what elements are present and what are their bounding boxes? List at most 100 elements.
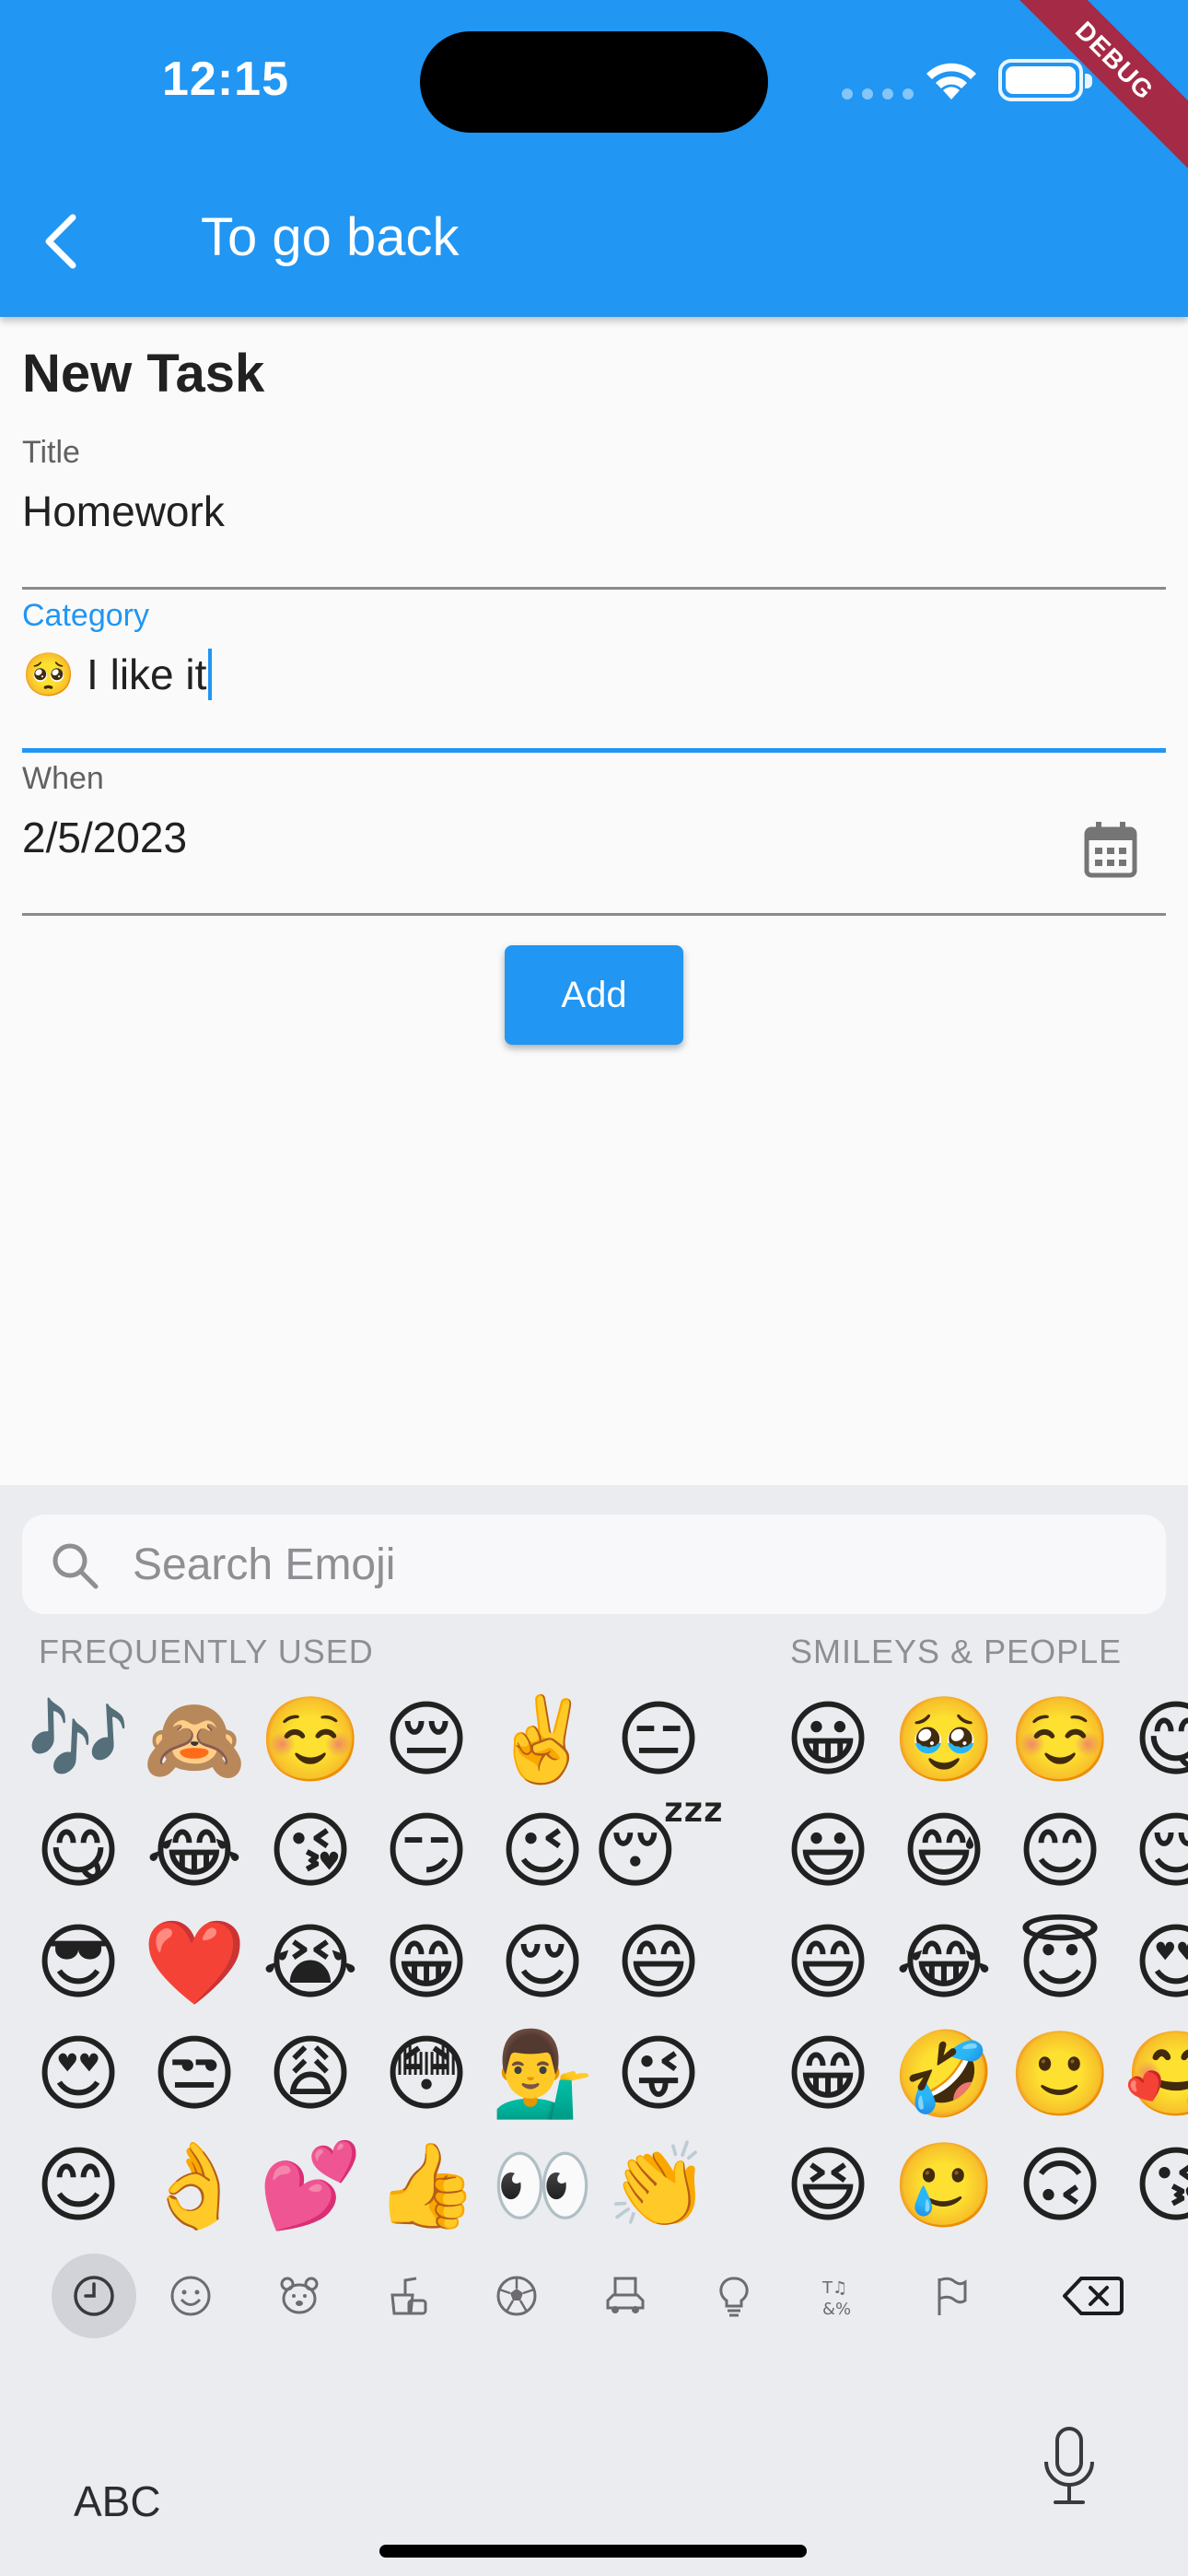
smiley-emoji[interactable]: 😃	[770, 1796, 886, 1907]
smiley-icon	[170, 2276, 211, 2316]
frequently-used-emoji[interactable]: 😳	[368, 2019, 484, 2130]
category-smileys[interactable]	[136, 2254, 245, 2338]
smiley-emoji[interactable]: 😄	[770, 1907, 886, 2019]
frequently-used-emoji[interactable]: 😊	[20, 2130, 136, 2242]
category-value-wrap[interactable]: 🥺 I like it	[22, 648, 213, 700]
frequently-used-emoji[interactable]: 😴	[592, 1796, 725, 1907]
abc-keyboard-switch[interactable]: ABC	[74, 2476, 161, 2526]
frequently-used-emoji[interactable]: 😌	[484, 1907, 600, 2019]
smiley-emoji[interactable]: 😊	[1002, 1796, 1118, 1907]
flag-icon	[938, 2277, 967, 2315]
emoji-category-bar: T♫ &%	[52, 2250, 1147, 2342]
frequently-used-emoji[interactable]: ✌️	[484, 1684, 600, 1796]
emoji-search-input[interactable]	[133, 1515, 1127, 1614]
svg-text:&%: &%	[822, 2300, 851, 2319]
category-field[interactable]: Category 🥺 I like it	[22, 598, 1166, 753]
frequently-used-emoji[interactable]: ❤️	[136, 1907, 252, 2019]
frequently-used-emoji[interactable]: 😎	[20, 1907, 136, 2019]
category-activity[interactable]	[462, 2254, 571, 2338]
category-flags[interactable]	[897, 2254, 1006, 2338]
frequently-used-emoji[interactable]: 👏	[600, 2130, 716, 2242]
category-travel[interactable]	[571, 2254, 680, 2338]
frequently-used-emoji[interactable]: 🙈	[136, 1684, 252, 1796]
when-field[interactable]: When 2/5/2023	[22, 761, 1166, 916]
frequently-used-emoji[interactable]: 😔	[368, 1684, 484, 1796]
frequently-used-emoji[interactable]: 😉	[484, 1796, 600, 1907]
emoji-search-bar[interactable]	[22, 1515, 1166, 1614]
title-field[interactable]: Title Homework	[22, 435, 1166, 590]
smiley-emoji[interactable]: 😆	[770, 2130, 886, 2242]
smiley-emoji[interactable]: 😋	[1118, 1684, 1188, 1796]
ball-icon	[496, 2276, 537, 2316]
backspace-icon	[1063, 2277, 1124, 2315]
category-value: 🥺 I like it	[22, 650, 207, 698]
chevron-left-icon	[45, 214, 76, 269]
category-animals[interactable]	[245, 2254, 354, 2338]
wifi-icon	[926, 63, 976, 100]
smiley-emoji[interactable]: 😂	[886, 1907, 1002, 2019]
smiley-emoji[interactable]: 😌	[1118, 1796, 1188, 1907]
when-value[interactable]: 2/5/2023	[22, 813, 187, 862]
frequently-used-emoji[interactable]: 👀	[484, 2130, 600, 2242]
animal-icon	[280, 2277, 319, 2314]
lightbulb-icon	[719, 2277, 749, 2317]
app-bar: 12:15 DEBUG To go back	[0, 0, 1188, 317]
smiley-emoji[interactable]: 🥹	[886, 1684, 1002, 1796]
recent-icon	[74, 2276, 114, 2316]
frequently-used-emoji[interactable]: 🎶	[20, 1684, 136, 1796]
smiley-emoji[interactable]: 🥰	[1118, 2019, 1188, 2130]
calendar-icon[interactable]	[1077, 816, 1144, 883]
frequently-used-emoji[interactable]: 😍	[20, 2019, 136, 2130]
smiley-emoji[interactable]: ☺️	[1002, 1684, 1118, 1796]
category-underline	[22, 748, 1166, 753]
smiley-emoji[interactable]: 😘	[1118, 2130, 1188, 2242]
when-underline	[22, 913, 1166, 916]
frequently-used-emoji[interactable]: 💁‍♂️	[484, 2019, 600, 2130]
cellular-signal-icon	[842, 88, 914, 100]
symbols-icon: T♫ &%	[821, 2278, 851, 2319]
frequently-used-emoji[interactable]: 😏	[368, 1796, 484, 1907]
title-label: Title	[22, 435, 80, 470]
category-symbols[interactable]: T♫ &%	[788, 2254, 897, 2338]
smileys-label: SMILEYS & PEOPLE	[790, 1633, 1123, 1670]
search-icon	[52, 1543, 99, 1589]
frequently-used-emoji[interactable]: ☺️	[252, 1684, 368, 1796]
smiley-emoji[interactable]: 🙃	[1002, 2130, 1118, 2242]
smiley-emoji[interactable]: 😁	[770, 2019, 886, 2130]
category-recent[interactable]	[52, 2254, 136, 2338]
smiley-emoji[interactable]: 😍	[1118, 1907, 1188, 2019]
frequently-used-emoji[interactable]: 😄	[600, 1907, 716, 2019]
add-button[interactable]: Add	[505, 945, 683, 1045]
status-time: 12:15	[162, 53, 289, 106]
smileys-grid: 😀 🥹 ☺️ 😋 😃 😅 😊 😌 😄 😂 😇 😍 😁 🤣 🙂 🥰 😆 🥲 🙃 😘	[770, 1684, 1188, 2242]
frequently-used-emoji[interactable]: 😁	[368, 1907, 484, 2019]
smiley-emoji[interactable]: 😅	[886, 1796, 1002, 1907]
frequently-used-emoji[interactable]: 👍	[368, 2130, 484, 2242]
category-objects[interactable]	[680, 2254, 788, 2338]
page-title: New Task	[22, 344, 265, 404]
frequently-used-emoji[interactable]: 💕	[252, 2130, 368, 2242]
back-button[interactable]	[28, 195, 92, 287]
smiley-emoji[interactable]: 🙂	[1002, 2019, 1118, 2130]
category-label: Category	[22, 598, 149, 633]
smiley-emoji[interactable]: 🤣	[886, 2019, 1002, 2130]
emoji-keyboard: FREQUENTLY USED SMILEYS & PEOPLE 🎶🙈☺️😔✌️…	[0, 1485, 1188, 2576]
frequently-used-emoji[interactable]: 😒	[136, 2019, 252, 2130]
frequently-used-emoji[interactable]: 👌	[136, 2130, 252, 2242]
frequently-used-emoji[interactable]: 😘	[252, 1796, 368, 1907]
frequently-used-emoji[interactable]: 😭	[252, 1907, 368, 2019]
category-food[interactable]	[354, 2254, 462, 2338]
frequently-used-emoji[interactable]: 😋	[20, 1796, 136, 1907]
frequently-used-label: FREQUENTLY USED	[39, 1633, 374, 1670]
frequently-used-emoji[interactable]: 😜	[600, 2019, 716, 2130]
frequently-used-emoji[interactable]: 😂	[136, 1796, 252, 1907]
smiley-emoji[interactable]: 🥲	[886, 2130, 1002, 2242]
smiley-emoji[interactable]: 😀	[770, 1684, 886, 1796]
frequently-used-emoji[interactable]: 😑	[600, 1684, 716, 1796]
smiley-emoji[interactable]: 😇	[1002, 1907, 1118, 2019]
frequently-used-emoji[interactable]: 😩	[252, 2019, 368, 2130]
microphone-icon[interactable]	[1037, 2425, 1101, 2508]
delete-button[interactable]	[1039, 2254, 1147, 2338]
title-value[interactable]: Homework	[22, 486, 225, 536]
app-bar-title: To go back	[201, 207, 460, 267]
